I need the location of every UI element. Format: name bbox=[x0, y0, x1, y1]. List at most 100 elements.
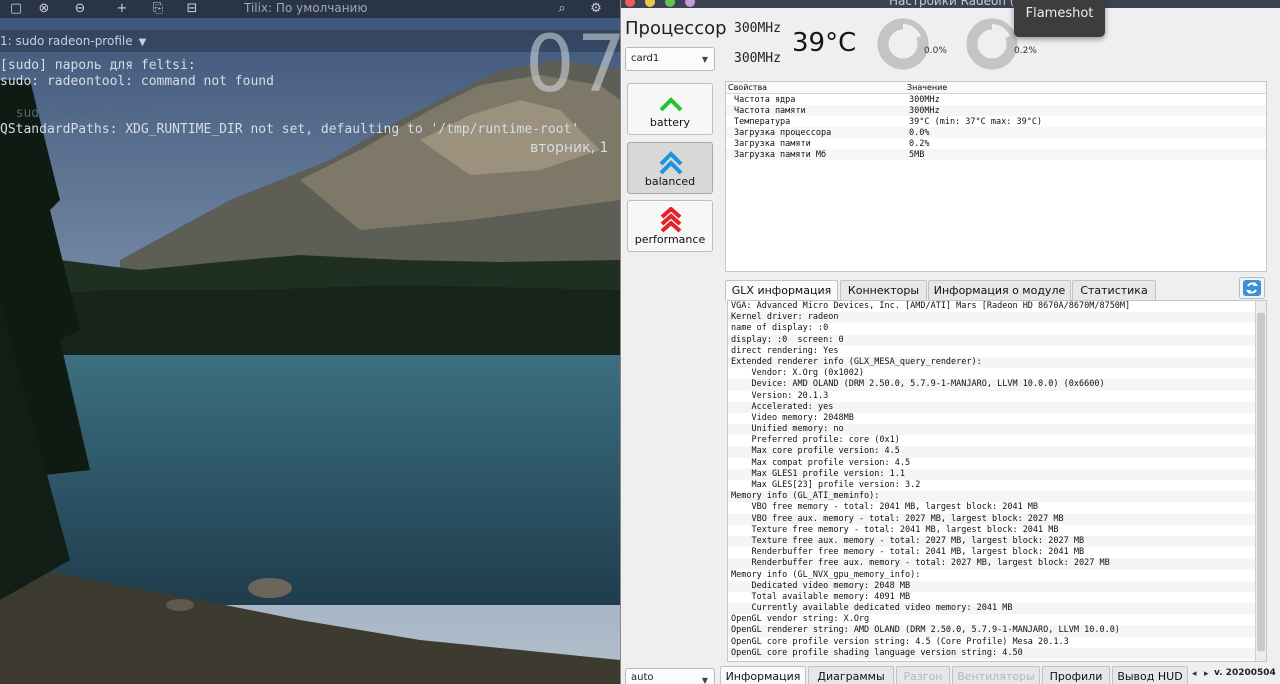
gear-icon[interactable]: ⚙ bbox=[588, 1, 604, 17]
glx-line: Version: 20.1.3 bbox=[731, 390, 829, 401]
tab-overclock: Разгон bbox=[896, 666, 950, 684]
glx-line: name of display: :0 bbox=[731, 323, 829, 334]
glx-line: Renderbuffer free memory - total: 2041 M… bbox=[731, 547, 1085, 558]
mem-load-label: 0.2% bbox=[1014, 46, 1037, 56]
terminal-line: QStandardPaths: XDG_RUNTIME_DIR not set,… bbox=[0, 122, 580, 137]
glx-line: Extended renderer info (GLX_MESA_query_r… bbox=[728, 356, 1266, 369]
version-label: v. 20200504 bbox=[1214, 668, 1276, 678]
glx-line: Max GLES[23] profile version: 3.2 bbox=[731, 480, 921, 490]
glx-line: VBO free aux. memory - total: 2027 MB, l… bbox=[728, 513, 1266, 525]
table-row[interactable]: Температура 39°C (min: 37°C max: 39°C) bbox=[726, 116, 1266, 127]
glx-line: display: :0 screen: 0 bbox=[728, 334, 1266, 346]
session-tab[interactable]: 1: sudo radeon-profile ▼ bbox=[0, 34, 146, 48]
glx-line: Currently available dedicated video memo… bbox=[728, 603, 1266, 615]
balanced-profile-button[interactable]: balanced bbox=[627, 142, 713, 194]
glx-line: Texture free memory - total: 2041 MB, la… bbox=[731, 524, 1059, 535]
search-icon[interactable]: ⌕ bbox=[554, 1, 570, 17]
desktop-date: вторник, 1 bbox=[530, 140, 609, 156]
maximize-dot-icon[interactable] bbox=[665, 0, 675, 7]
table-row[interactable]: Загрузка памяти 0.2% bbox=[726, 138, 1266, 149]
menu-dot-icon[interactable] bbox=[685, 0, 695, 7]
refresh-icon bbox=[1243, 280, 1261, 296]
battery-label: battery bbox=[649, 116, 691, 129]
glx-line: VBO free memory - total: 2041 MB, larges… bbox=[731, 502, 1039, 513]
tab-profiles[interactable]: Профили bbox=[1042, 666, 1110, 684]
core-clock-value: 300MHz bbox=[734, 21, 781, 36]
desktop-clock: 07 bbox=[525, 20, 629, 110]
auto-select[interactable]: auto ▼ bbox=[625, 668, 715, 684]
glx-line: Dedicated video memory: 2048 MB bbox=[728, 580, 1266, 592]
glx-info-text[interactable]: VGA: Advanced Micro Devices, Inc. [AMD/A… bbox=[727, 300, 1267, 662]
tab-statistics[interactable]: Статистика bbox=[1072, 280, 1156, 300]
balanced-label: balanced bbox=[644, 175, 696, 188]
properties-table: Свойства Значение Частота ядра 300MHz Час… bbox=[725, 81, 1267, 272]
tab-scroll-right-icon[interactable]: ▸ bbox=[1204, 669, 1209, 679]
card-select[interactable]: card1 ▼ bbox=[625, 47, 715, 71]
gpu-load-gauge bbox=[877, 18, 929, 70]
performance-label: performance bbox=[634, 233, 706, 246]
new-session-icon[interactable]: ⎘ bbox=[150, 1, 166, 17]
tab-scroll-left-icon[interactable]: ◂ bbox=[1192, 669, 1197, 679]
glx-line: Device: AMD OLAND (DRM 2.50.0, 5.7.9-1-M… bbox=[728, 379, 1266, 391]
glx-line: VGA: Advanced Micro Devices, Inc. [AMD/A… bbox=[731, 301, 1131, 311]
glx-line: Texture free aux. memory - total: 2027 M… bbox=[728, 535, 1266, 548]
radeon-profile-window: Настройки Radeon (ra Процессор card1 ▼ 3… bbox=[620, 0, 1280, 684]
radeon-titlebar: Настройки Radeon (ra bbox=[621, 0, 1280, 8]
prop-key: Загрузка процессора bbox=[734, 128, 832, 138]
scrollbar-thumb[interactable] bbox=[1257, 313, 1265, 651]
glx-line: OpenGL core profile shading language ver… bbox=[728, 647, 1266, 659]
gpu-load-label: 0.0% bbox=[924, 46, 947, 56]
temperature-value: 39°C bbox=[792, 28, 857, 58]
col-properties[interactable]: Свойства bbox=[728, 83, 767, 92]
table-row[interactable]: Частота памяти 300MHz bbox=[726, 105, 1266, 116]
table-row[interactable]: Частота ядра 300MHz bbox=[726, 94, 1266, 105]
properties-header: Свойства Значение bbox=[726, 82, 1266, 94]
prop-key: Загрузка памяти Мб bbox=[734, 150, 827, 160]
add-terminal-icon[interactable]: + bbox=[114, 1, 130, 17]
glx-line: direct rendering: Yes bbox=[731, 345, 839, 356]
prop-value: 300MHz bbox=[909, 106, 940, 116]
glx-scrollbar[interactable] bbox=[1255, 301, 1266, 661]
prop-key: Температура bbox=[734, 117, 791, 127]
glx-line: OpenGL vendor string: X.Org bbox=[731, 614, 870, 625]
tab-connectors[interactable]: Коннекторы bbox=[840, 280, 927, 300]
tab-information[interactable]: Информация bbox=[720, 666, 806, 684]
double-chevron-up-blue-icon bbox=[659, 151, 683, 175]
chevron-down-icon: ▼ bbox=[701, 55, 708, 64]
glx-line: Max compat profile version: 4.5 bbox=[731, 457, 911, 468]
prop-value: 39°C (min: 37°C max: 39°C) bbox=[909, 117, 1043, 127]
glx-line: OpenGL core profile version string: 4.5 … bbox=[731, 636, 1069, 647]
performance-profile-button[interactable]: performance bbox=[627, 200, 713, 252]
battery-profile-button[interactable]: battery bbox=[627, 83, 713, 135]
prop-key: Частота ядра bbox=[734, 95, 796, 105]
prop-value: 5MB bbox=[909, 150, 925, 160]
mem-load-gauge bbox=[966, 18, 1018, 70]
session-tab-label: 1: sudo radeon-profile bbox=[0, 34, 133, 48]
tilix-title: Tilix: По умолчанию bbox=[244, 1, 368, 15]
mem-clock-value: 300MHz bbox=[734, 51, 781, 66]
refresh-button[interactable] bbox=[1239, 277, 1265, 299]
col-value[interactable]: Значение bbox=[907, 83, 947, 92]
chevron-up-green-icon bbox=[659, 97, 683, 112]
glx-line: Total available memory: 4091 MB bbox=[731, 591, 911, 602]
terminal-menu-icon[interactable]: ▢ bbox=[8, 1, 24, 17]
table-row[interactable]: Загрузка памяти Мб 5MB bbox=[726, 149, 1266, 160]
tab-hud-output[interactable]: Вывод HUD bbox=[1112, 666, 1188, 684]
sidebar-icon[interactable]: ⊟ bbox=[184, 1, 200, 17]
table-row[interactable]: Загрузка процессора 0.0% bbox=[726, 127, 1266, 138]
tab-glx-info[interactable]: GLX информация bbox=[725, 280, 838, 301]
minimize-icon[interactable]: ⊖ bbox=[72, 1, 88, 17]
close-dot-icon[interactable] bbox=[625, 0, 635, 7]
chevron-down-icon[interactable]: ▼ bbox=[139, 37, 147, 48]
tilix-header-bar: ▢ ⊗ ⊖ + ⎘ ⊟ Tilix: По умолчанию ⌕ ⚙ bbox=[0, 0, 620, 18]
close-session-icon[interactable]: ⊗ bbox=[36, 1, 52, 17]
glx-line: Max GLES1 profile version: 1.1 bbox=[728, 468, 1266, 480]
glx-line: Max core profile version: 4.5 bbox=[728, 446, 1266, 458]
tab-module-info[interactable]: Информация о модуле bbox=[928, 280, 1071, 300]
glx-line: Accelerated: yes bbox=[728, 401, 1266, 413]
minimize-dot-icon[interactable] bbox=[645, 0, 655, 7]
cpu-title: Процессор bbox=[625, 18, 727, 39]
tab-charts[interactable]: Диаграммы bbox=[808, 666, 894, 684]
glx-line: Vendor: X.Org (0x1002) bbox=[731, 368, 865, 379]
prop-value: 0.0% bbox=[909, 128, 930, 138]
